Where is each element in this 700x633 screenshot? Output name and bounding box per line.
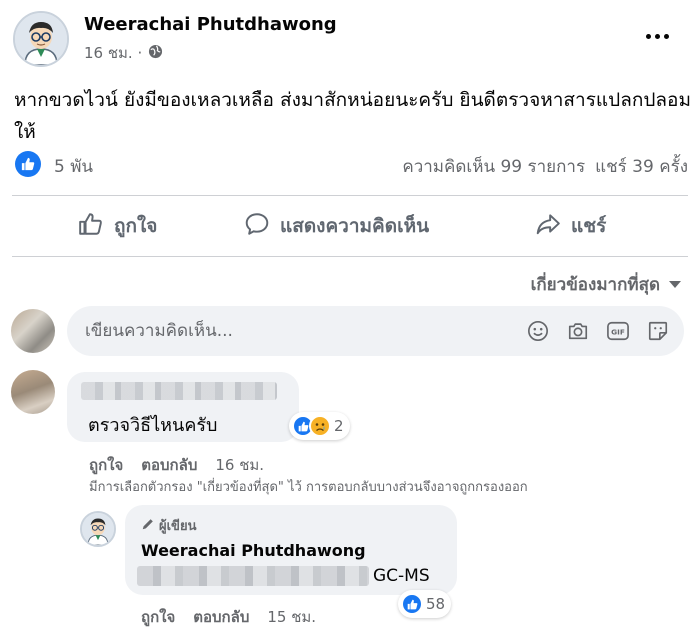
author-avatar[interactable] — [13, 11, 69, 67]
post-stats: ความคิดเห็น 99 รายการ แชร์ 39 ครั้ง — [402, 153, 688, 180]
comment-button[interactable]: แสดงความคิดเห็น — [244, 210, 429, 242]
reply-like-link[interactable]: ถูกใจ — [141, 605, 175, 629]
sticker-icon[interactable] — [646, 319, 670, 343]
emoji-icon[interactable] — [526, 319, 550, 343]
comment-text: ตรวจวิธีไหนครับ — [88, 415, 218, 436]
comment-sort-dropdown[interactable]: เกี่ยวข้องมากที่สุด — [531, 271, 682, 298]
divider — [12, 195, 688, 196]
like-reaction-icon[interactable] — [15, 151, 41, 177]
reply-author-name[interactable]: Weerachai Phutdhawong — [141, 541, 366, 560]
current-user-avatar[interactable] — [11, 309, 55, 353]
reply-text: GC-MS — [373, 566, 430, 586]
reply-author-avatar[interactable] — [80, 511, 116, 547]
reaction-count[interactable]: 5 พัน — [54, 153, 93, 180]
commenter-avatar[interactable] — [11, 370, 55, 414]
commenter-name-redacted[interactable] — [81, 382, 277, 400]
author-name[interactable]: Weerachai Phutdhawong — [84, 14, 337, 35]
svg-text:GIF: GIF — [611, 328, 625, 337]
gif-icon[interactable]: GIF — [606, 319, 630, 343]
camera-icon[interactable] — [566, 319, 590, 343]
globe-icon[interactable] — [148, 44, 163, 63]
like-button[interactable]: ถูกใจ — [78, 210, 157, 242]
comment-time[interactable]: 16 ชม. — [215, 453, 264, 477]
comment-actions: ถูกใจ ตอบกลับ 16 ชม. — [89, 453, 264, 477]
more-options-icon[interactable] — [640, 22, 674, 50]
like-reaction-icon — [401, 593, 423, 615]
share-count[interactable]: แชร์ 39 ครั้ง — [595, 153, 688, 180]
reply-time[interactable]: 15 ชม. — [267, 605, 316, 629]
share-button[interactable]: แชร์ — [535, 210, 606, 242]
author-badge-label: ผู้เขียน — [159, 519, 197, 534]
comment-count[interactable]: ความคิดเห็น 99 รายการ — [402, 153, 585, 180]
author-badge: ผู้เขียน — [141, 515, 196, 536]
share-icon — [535, 211, 561, 242]
post-text: หากขวดไวน์ ยังมีของเหลวเหลือ ส่งมาสักหน่… — [14, 89, 691, 143]
like-button-label: ถูกใจ — [114, 215, 158, 237]
reply-reaction-count: 58 — [426, 595, 446, 613]
reply-actions: ถูกใจ ตอบกลับ 15 ชม. — [141, 605, 316, 629]
comment-reaction-count: 2 — [334, 417, 344, 435]
reply-reactions[interactable]: 58 — [398, 590, 452, 618]
comment-icon — [244, 211, 270, 242]
filter-note: มีการเลือกตัวกรอง "เกี่ยวข้องที่สุด" ไว้… — [89, 480, 528, 495]
sort-label: เกี่ยวข้องมากที่สุด — [530, 275, 660, 295]
reply-text-redacted — [137, 566, 369, 586]
reply-bubble: ผู้เขียน Weerachai Phutdhawong GC-MS — [125, 505, 457, 595]
comment-input-box[interactable]: GIF — [67, 306, 684, 356]
like-icon — [78, 211, 104, 242]
post-time[interactable]: 16 ชม. · — [84, 41, 142, 65]
sad-reaction-icon — [309, 415, 331, 437]
reply-reply-link[interactable]: ตอบกลับ — [193, 605, 249, 629]
comment-reactions[interactable]: 2 — [289, 412, 350, 440]
comment-reply-link[interactable]: ตอบกลับ — [141, 453, 197, 477]
comment-button-label: แสดงความคิดเห็น — [280, 215, 430, 237]
share-button-label: แชร์ — [571, 215, 607, 237]
pen-icon — [141, 517, 155, 535]
comment-like-link[interactable]: ถูกใจ — [89, 453, 123, 477]
divider — [12, 256, 688, 257]
comment-input[interactable] — [85, 306, 485, 356]
post-meta: 16 ชม. · — [84, 41, 163, 65]
chevron-down-icon — [668, 275, 682, 295]
comment-bubble: ตรวจวิธีไหนครับ — [67, 372, 299, 442]
